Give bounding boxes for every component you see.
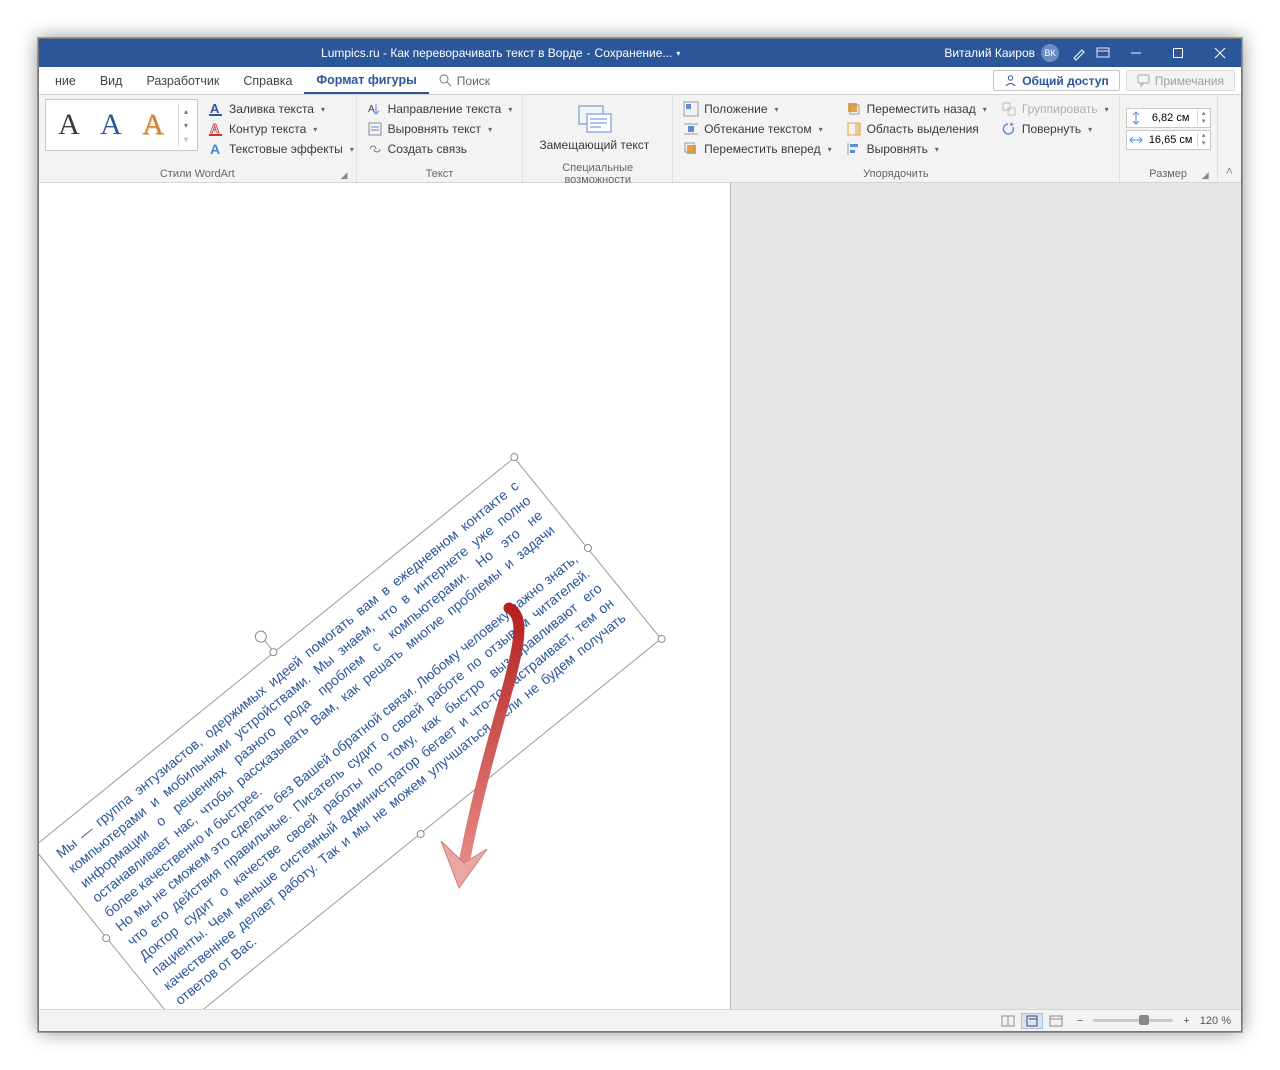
- collapse-ribbon-button[interactable]: ˄: [1218, 95, 1241, 182]
- tab-help[interactable]: Справка: [231, 67, 304, 94]
- text-fill-icon: A: [208, 101, 224, 117]
- height-icon: [1127, 111, 1145, 125]
- zoom-out-button[interactable]: −: [1077, 1015, 1083, 1027]
- web-layout-button[interactable]: [1045, 1013, 1067, 1029]
- tab-developer[interactable]: Разработчик: [134, 67, 231, 94]
- search-button[interactable]: Поиск: [429, 67, 500, 94]
- wordart-style-2[interactable]: A: [92, 103, 130, 147]
- rotate-icon: [1001, 121, 1017, 137]
- dialog-launcher-icon[interactable]: ◢: [341, 170, 348, 181]
- rotate-button[interactable]: Повернуть▾: [997, 119, 1113, 139]
- group-icon: [1001, 101, 1017, 117]
- ribbon-tabs: ние Вид Разработчик Справка Формат фигур…: [39, 67, 1241, 95]
- comments-button[interactable]: Примечания: [1126, 70, 1235, 91]
- text-box-content[interactable]: Мы — группа энтузиастов, одержимых идеей…: [39, 457, 661, 1009]
- link-icon: [367, 141, 383, 157]
- text-fill-button[interactable]: A Заливка текста▾: [204, 99, 358, 119]
- wordart-style-1[interactable]: A: [50, 103, 88, 147]
- width-input[interactable]: ▴▾: [1126, 130, 1211, 150]
- svg-text:A: A: [210, 101, 220, 116]
- user-avatar[interactable]: ВК: [1041, 44, 1059, 62]
- print-layout-button[interactable]: [1021, 1013, 1043, 1029]
- zoom-slider[interactable]: [1093, 1019, 1173, 1022]
- document-area: Мы — группа энтузиастов, одержимых идеей…: [39, 183, 1241, 1009]
- close-button[interactable]: [1199, 39, 1241, 67]
- wrap-text-button[interactable]: Обтекание текстом▾: [679, 119, 836, 139]
- svg-text:A: A: [368, 104, 375, 115]
- tab-view[interactable]: Вид: [88, 67, 135, 94]
- bring-forward-button[interactable]: Переместить вперед▾: [679, 139, 836, 159]
- read-mode-button[interactable]: [997, 1013, 1019, 1029]
- drawing-mode-icon[interactable]: [1071, 45, 1087, 61]
- ribbon-display-icon[interactable]: [1095, 45, 1111, 61]
- search-icon: [439, 74, 452, 87]
- save-status: Сохранение...: [595, 46, 673, 60]
- group-label-wordart: Стили WordArt: [160, 168, 235, 180]
- alt-text-icon: [576, 101, 612, 137]
- tab-shape-format[interactable]: Формат фигуры: [304, 67, 428, 94]
- ribbon: A A A ▴▾▿ A Заливка текста▾ A Контур тек…: [39, 95, 1241, 183]
- text-effects-icon: A: [208, 141, 224, 157]
- user-name: Виталий Каиров: [938, 46, 1041, 60]
- width-icon: [1127, 133, 1145, 147]
- create-link-button[interactable]: Создать связь: [363, 139, 517, 159]
- svg-text:A: A: [210, 121, 220, 136]
- send-backward-button[interactable]: Переместить назад▾: [842, 99, 991, 119]
- zoom-in-button[interactable]: +: [1183, 1015, 1189, 1027]
- share-icon: [1004, 74, 1017, 87]
- group-label-arrange: Упорядочить: [863, 168, 928, 180]
- backward-icon: [846, 101, 862, 117]
- text-box[interactable]: Мы — группа энтузиастов, одержимых идеей…: [39, 457, 661, 1009]
- group-label-size: Размер: [1149, 168, 1187, 180]
- status-bar: − + 120 %: [39, 1009, 1241, 1031]
- position-button[interactable]: Положение▾: [679, 99, 836, 119]
- align-objects-button[interactable]: Выровнять▾: [842, 139, 991, 159]
- text-direction-icon: A: [367, 101, 383, 117]
- alt-text-button[interactable]: Замещающий текст: [535, 137, 653, 154]
- height-input[interactable]: ▴▾: [1126, 108, 1211, 128]
- group-button: Группировать▾: [997, 99, 1113, 119]
- document-title: Lumpics.ru - Как переворачивать текст в …: [321, 46, 583, 60]
- page[interactable]: Мы — группа энтузиастов, одержимых идеей…: [39, 183, 731, 1009]
- page-margin-area: [731, 183, 1241, 1009]
- maximize-button[interactable]: [1157, 39, 1199, 67]
- minimize-button[interactable]: [1115, 39, 1157, 67]
- zoom-level[interactable]: 120 %: [1200, 1015, 1231, 1027]
- text-outline-button[interactable]: A Контур текста▾: [204, 119, 358, 139]
- text-direction-button[interactable]: A Направление текста▾: [363, 99, 517, 119]
- selection-pane-button[interactable]: Область выделения: [842, 119, 991, 139]
- align-obj-icon: [846, 141, 862, 157]
- share-button[interactable]: Общий доступ: [993, 70, 1120, 91]
- text-outline-icon: A: [208, 121, 224, 137]
- selection-icon: [846, 121, 862, 137]
- align-text-button[interactable]: Выровнять текст▾: [363, 119, 517, 139]
- align-text-icon: [367, 121, 383, 137]
- position-icon: [683, 101, 699, 117]
- group-label-text: Текст: [426, 168, 454, 180]
- title-bar: Lumpics.ru - Как переворачивать текст в …: [39, 39, 1241, 67]
- wordart-gallery[interactable]: A A A ▴▾▿: [45, 99, 198, 151]
- svg-text:A: A: [210, 141, 220, 157]
- forward-icon: [683, 141, 699, 157]
- comment-icon: [1137, 74, 1150, 87]
- wordart-style-3[interactable]: A: [134, 103, 172, 147]
- dialog-launcher-icon[interactable]: ◢: [1202, 170, 1209, 181]
- tab-partial[interactable]: ние: [43, 67, 88, 94]
- wrap-icon: [683, 121, 699, 137]
- text-effects-button[interactable]: A Текстовые эффекты▾: [204, 139, 358, 159]
